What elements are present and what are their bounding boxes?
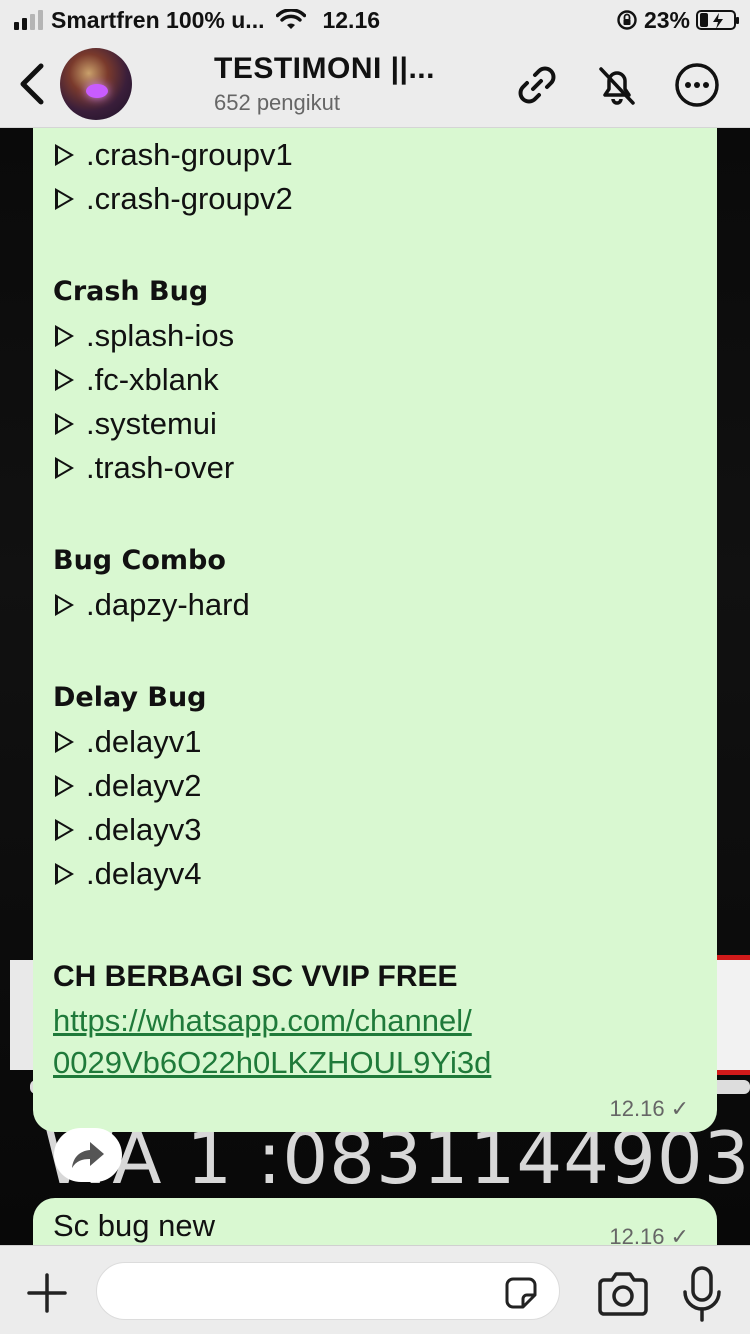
message-2-text: Sc bug new xyxy=(53,1208,215,1243)
status-bar: Smartfren 100% u... 12.16 23% xyxy=(0,0,750,40)
message-text: .crash-groupv1 .crash-groupv2 Crash Bug .sp… xyxy=(53,121,703,1083)
command-text: .dapzy-hard xyxy=(86,587,250,622)
plus-icon xyxy=(27,1273,67,1313)
section-heading: Crash Bug xyxy=(53,276,209,307)
message-meta: 12.16 ✓ xyxy=(610,1096,690,1122)
camera-icon[interactable] xyxy=(596,1270,650,1318)
command-text: .crash-groupv1 xyxy=(86,137,293,172)
microphone-icon[interactable] xyxy=(680,1264,724,1324)
channel-avatar[interactable] xyxy=(60,48,132,120)
more-icon xyxy=(675,63,719,107)
channel-title[interactable]: TESTIMONI ||... xyxy=(214,52,435,86)
command-item: .systemui xyxy=(53,402,703,446)
triangle-bullet-icon xyxy=(55,413,74,435)
command-item: .fc-xblank xyxy=(53,358,703,402)
command-item: .crash-groupv2 xyxy=(53,177,703,221)
triangle-bullet-icon xyxy=(55,775,74,797)
triangle-bullet-icon xyxy=(55,369,74,391)
channel-header: TESTIMONI ||... 652 pengikut xyxy=(0,40,750,128)
command-item: .delayv4 xyxy=(53,852,703,896)
message-input-wrap xyxy=(96,1262,560,1320)
read-check-icon: ✓ xyxy=(670,1096,689,1121)
follower-count: 652 pengikut xyxy=(214,90,340,115)
bell-off-icon xyxy=(599,67,635,105)
command-text: .systemui xyxy=(86,406,217,441)
command-item: .delayv3 xyxy=(53,808,703,852)
command-text: .splash-ios xyxy=(86,318,235,353)
triangle-bullet-icon xyxy=(55,863,74,885)
orientation-lock-icon xyxy=(617,10,637,30)
command-item: .splash-ios xyxy=(53,314,703,358)
wifi-icon xyxy=(276,9,307,29)
triangle-bullet-icon xyxy=(55,731,74,753)
triangle-bullet-icon xyxy=(55,325,74,347)
attach-button[interactable] xyxy=(20,1266,74,1320)
battery-icon xyxy=(696,10,739,30)
command-item: .dapzy-hard xyxy=(53,583,703,627)
command-text: .delayv4 xyxy=(86,856,202,891)
back-button[interactable] xyxy=(2,40,62,128)
forward-icon xyxy=(72,1142,104,1168)
link-button[interactable] xyxy=(512,60,562,110)
battery-percent: 23% xyxy=(643,6,690,33)
triangle-bullet-icon xyxy=(55,594,74,616)
channel-link[interactable]: 0029Vb6O22h0LKZHOUL9Yi3d xyxy=(53,1041,703,1083)
mute-button[interactable] xyxy=(592,60,642,110)
triangle-bullet-icon xyxy=(55,144,74,166)
triangle-bullet-icon xyxy=(55,819,74,841)
message-input[interactable] xyxy=(117,1263,497,1319)
command-item: .delayv1 xyxy=(53,720,703,764)
message-time: 12.16 xyxy=(609,1096,665,1121)
link-icon xyxy=(518,66,556,104)
message-bubble[interactable]: .crash-groupv1 .crash-groupv2 Crash Bug .sp… xyxy=(33,128,717,1132)
channel-promo-title: CH BERBAGI SC VVIP FREE xyxy=(53,960,458,993)
section-heading: Delay Bug xyxy=(53,682,207,713)
channel-link[interactable]: https://whatsapp.com/channel/ xyxy=(53,999,703,1041)
command-item: .trash-over xyxy=(53,446,703,490)
signal-icon xyxy=(14,10,43,30)
more-button[interactable] xyxy=(672,60,722,110)
triangle-bullet-icon xyxy=(55,188,74,210)
command-text: .crash-groupv2 xyxy=(86,181,293,216)
command-text: .delayv2 xyxy=(86,768,202,803)
section-heading: Bug Combo xyxy=(53,545,226,576)
command-text: .trash-over xyxy=(86,450,235,485)
compose-bar xyxy=(0,1245,750,1334)
triangle-bullet-icon xyxy=(55,457,74,479)
command-text: .fc-xblank xyxy=(86,362,219,397)
carrier-label: Smartfren 100% u... xyxy=(51,6,265,33)
chevron-left-icon xyxy=(20,63,44,104)
command-text: .delayv1 xyxy=(86,724,202,759)
command-item: .crash-groupv1 xyxy=(53,133,703,177)
forward-button[interactable] xyxy=(54,1128,122,1182)
command-text: .delayv3 xyxy=(86,812,202,847)
command-item: .delayv2 xyxy=(53,764,703,808)
sticker-icon[interactable] xyxy=(501,1273,541,1313)
status-time: 12.16 xyxy=(322,6,381,33)
